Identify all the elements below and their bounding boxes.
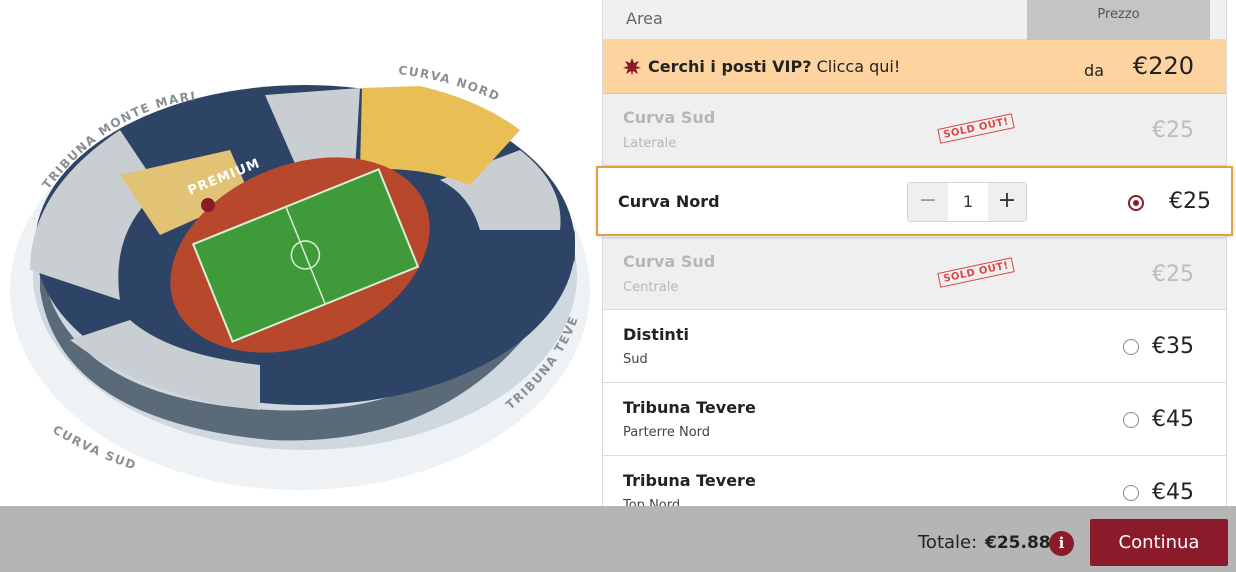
table-row-curva-nord-selected[interactable]: Curva Nord − 1 + €25 (596, 166, 1233, 236)
row-name: Curva Sud (623, 252, 716, 271)
row-price: €45 (1152, 480, 1194, 505)
row-sub: Top Nord (623, 498, 681, 506)
label-curva-sud: CURVA SUD (50, 423, 137, 473)
table-row: Curva Sud Laterale SOLD OUT! €25 (603, 94, 1226, 166)
table-row-tevere-parterre-nord[interactable]: Tribuna Tevere Parterre Nord €45 (603, 383, 1226, 456)
total-label: Totale: (918, 532, 978, 553)
sold-out-stamp: SOLD OUT! (937, 257, 1016, 288)
svg-text:CURVA NORD: CURVA NORD (398, 63, 503, 104)
increment-button[interactable]: + (988, 183, 1026, 221)
row-sub: Centrale (623, 280, 679, 295)
label-tribuna-monte-mario: TRIBUNA MONTE MARIO (0, 0, 196, 192)
vip-text-link: Clicca qui! (811, 57, 901, 76)
row-radio-selected[interactable] (1128, 195, 1144, 211)
row-radio[interactable] (1123, 485, 1139, 501)
ticket-list-panel[interactable]: Area Prezzo Cerchi i posti VIP? Clicca q… (602, 0, 1227, 506)
label-tribuna-tevere: TRIBUNA TEVERE (0, 0, 579, 412)
vip-price: €220 (1132, 52, 1194, 80)
vip-text[interactable]: Cerchi i posti VIP? Clicca qui! (648, 57, 900, 76)
row-name: Curva Sud (623, 108, 716, 127)
row-price: €25 (1152, 262, 1194, 287)
continue-button[interactable]: Continua (1090, 519, 1228, 566)
ticket-selection-page: TRIBUNA MONTE MARIO CURVA NORD CURVA SUD… (0, 0, 1236, 572)
label-premium: PREMIUM (186, 156, 263, 199)
total-value: €25.88 (985, 533, 1051, 553)
row-sub: Parterre Nord (623, 425, 711, 440)
header-price: Prezzo (1027, 0, 1210, 40)
stadium-map[interactable]: TRIBUNA MONTE MARIO CURVA NORD CURVA SUD… (0, 0, 600, 506)
svg-text:CURVA SUD: CURVA SUD (50, 423, 138, 473)
table-header: Area Prezzo (603, 0, 1226, 40)
table-row: Curva Sud Centrale SOLD OUT! €25 (603, 238, 1226, 310)
row-name: Distinti (623, 325, 689, 344)
footer-bar: Totale: €25.88 i Continua (0, 506, 1236, 572)
label-curva-nord: CURVA NORD (398, 63, 501, 104)
vip-banner[interactable]: Cerchi i posti VIP? Clicca qui! da €220 (603, 40, 1226, 94)
header-area: Area (626, 9, 663, 28)
quantity-value[interactable]: 1 (948, 183, 988, 221)
stand-labels: TRIBUNA MONTE MARIO CURVA NORD CURVA SUD… (0, 0, 581, 473)
row-price: €45 (1152, 407, 1194, 432)
vip-text-bold: Cerchi i posti VIP? (648, 57, 812, 76)
quantity-stepper[interactable]: − 1 + (907, 182, 1027, 222)
table-row-distinti-sud[interactable]: Distinti Sud €35 (603, 310, 1226, 383)
vip-star-icon (623, 58, 641, 76)
row-radio[interactable] (1123, 339, 1139, 355)
row-name: Tribuna Tevere (623, 471, 756, 490)
vip-from-label: da (1084, 61, 1104, 80)
row-name: Curva Nord (618, 192, 720, 211)
row-price: €25 (1152, 118, 1194, 143)
table-row-tevere-top-nord[interactable]: Tribuna Tevere Top Nord €45 (603, 456, 1226, 506)
sold-out-stamp: SOLD OUT! (937, 113, 1016, 144)
info-icon[interactable]: i (1049, 531, 1074, 556)
row-price: €35 (1152, 334, 1194, 359)
decrement-button[interactable]: − (908, 183, 948, 221)
row-radio[interactable] (1123, 412, 1139, 428)
svg-text:TRIBUNA MONTE MARIO: TRIBUNA MONTE MARIO (0, 0, 197, 192)
row-name: Tribuna Tevere (623, 398, 756, 417)
row-sub: Sud (623, 352, 648, 367)
row-price: €25 (1169, 189, 1211, 214)
svg-text:TRIBUNA TEVERE: TRIBUNA TEVERE (0, 0, 581, 412)
row-sub: Laterale (623, 136, 677, 151)
